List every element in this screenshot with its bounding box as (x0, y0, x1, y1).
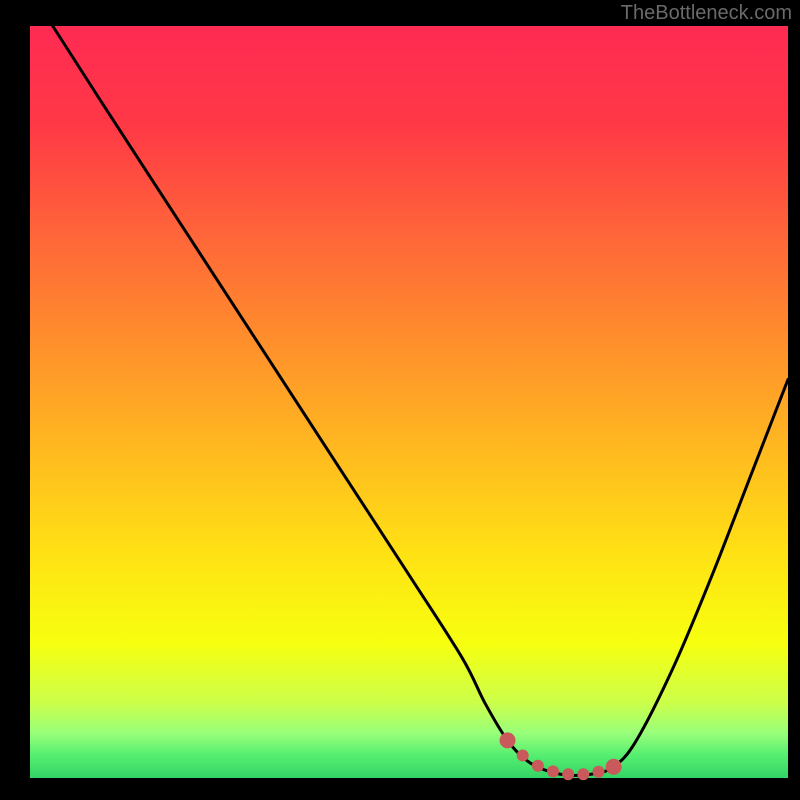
flat-segment-dot (532, 760, 544, 772)
flat-segment-dot (500, 732, 516, 748)
bottleneck-chart (0, 0, 800, 800)
attribution-text: TheBottleneck.com (621, 2, 792, 25)
flat-segment-dot (593, 766, 605, 778)
flat-segment-dot (562, 768, 574, 780)
flat-segment-dot (606, 759, 622, 775)
flat-segment-dot (547, 765, 559, 777)
flat-segment-dot (517, 749, 529, 761)
flat-segment-dot (577, 768, 589, 780)
